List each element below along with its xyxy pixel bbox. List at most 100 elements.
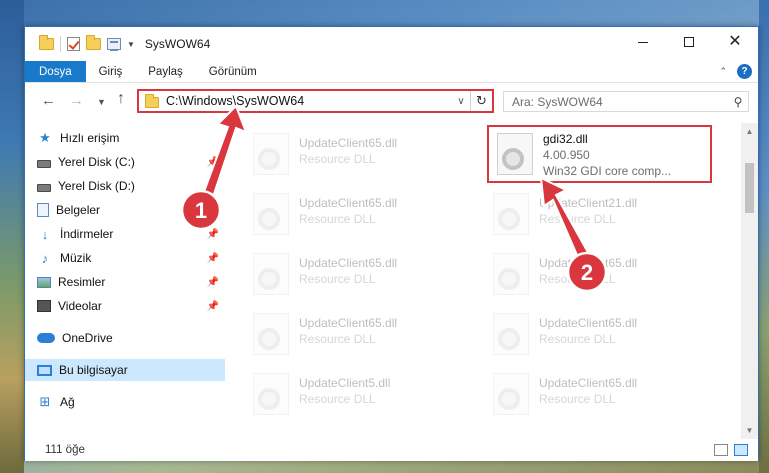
sidebar-item-videos[interactable]: Videolar 📌 <box>37 295 225 317</box>
scroll-down-icon[interactable]: ▼ <box>741 426 758 435</box>
close-icon: ✕ <box>728 33 742 50</box>
file-tile[interactable]: UpdateClient65.dll Resource DLL <box>231 127 461 183</box>
pin-icon: 📌 <box>206 180 219 192</box>
tab-share[interactable]: Paylaş <box>135 61 196 82</box>
file-name: UpdateClient65.dll <box>539 256 638 270</box>
gear-icon <box>258 268 280 290</box>
folder-icon <box>39 35 54 50</box>
gear-icon <box>502 148 524 170</box>
sidebar-item-label: Resimler <box>58 275 106 289</box>
properties-check-icon[interactable] <box>67 37 80 51</box>
address-path[interactable]: C:\Windows\SysWOW64 <box>166 94 452 108</box>
search-box[interactable]: ⚲ <box>503 91 749 112</box>
window-controls: ✕ <box>620 27 758 57</box>
sidebar-item-label: İndirmeler <box>60 227 114 241</box>
tab-view[interactable]: Görünüm <box>196 61 270 82</box>
vertical-scrollbar[interactable]: ▲ ▼ <box>741 123 758 439</box>
music-icon: ♪ <box>41 250 49 266</box>
refresh-icon[interactable]: ↻ <box>470 91 492 111</box>
ribbon-right-controls: ⌃ ? <box>719 64 752 79</box>
close-button[interactable]: ✕ <box>712 27 758 57</box>
view-switcher <box>714 444 748 456</box>
search-input[interactable] <box>512 92 728 111</box>
expand-ribbon-icon[interactable]: ⌃ <box>719 66 727 77</box>
pictures-icon <box>37 276 51 288</box>
maximize-icon <box>684 37 694 47</box>
sidebar-item-downloads[interactable]: ↓ İndirmeler 📌 <box>37 223 225 245</box>
new-folder-icon[interactable] <box>86 35 101 50</box>
file-explorer-window: ▼ SysWOW64 ✕ Dosya Giriş Paylaş Görünüm … <box>24 26 759 461</box>
title-bar: ▼ SysWOW64 ✕ <box>25 27 758 61</box>
customize-icon[interactable] <box>107 38 121 51</box>
file-type: Resource DLL <box>539 332 616 346</box>
sidebar-item-label: Yerel Disk (C:) <box>58 155 135 169</box>
file-description: Win32 GDI core comp... <box>543 164 672 178</box>
file-type: Resource DLL <box>299 212 376 226</box>
window-title: SysWOW64 <box>144 37 211 51</box>
ribbon-tabs: Dosya Giriş Paylaş Görünüm ⌃ ? <box>25 61 758 83</box>
scroll-up-icon[interactable]: ▲ <box>741 127 758 136</box>
scrollbar-thumb[interactable] <box>745 163 754 213</box>
documents-icon <box>37 203 49 217</box>
gear-icon <box>258 208 280 230</box>
item-count: 111 öğe <box>45 444 85 456</box>
sidebar-item-local-disk-c[interactable]: Yerel Disk (C:) 📌 <box>37 151 225 173</box>
sidebar-item-this-pc[interactable]: Bu bilgisayar <box>25 359 225 381</box>
file-tile[interactable]: UpdateClient5.dll Resource DLL <box>231 367 461 423</box>
search-icon[interactable]: ⚲ <box>728 95 748 109</box>
tiles-view-icon[interactable] <box>734 444 748 456</box>
maximize-button[interactable] <box>666 27 712 57</box>
sidebar-item-quick-access[interactable]: ★ Hızlı erişim <box>37 127 225 149</box>
recent-locations-chevron-icon[interactable]: ▼ <box>97 97 106 107</box>
pin-icon: 📌 <box>206 156 219 168</box>
file-tile[interactable]: UpdateClient65.dll Resource DLL <box>471 307 701 363</box>
file-type: Resource DLL <box>539 272 616 286</box>
gear-icon <box>258 388 280 410</box>
file-tile[interactable]: UpdateClient65.dll Resource DLL <box>231 247 461 303</box>
file-tile[interactable]: UpdateClient65.dll Resource DLL <box>471 247 701 303</box>
dll-file-icon <box>493 313 529 355</box>
up-arrow-icon[interactable]: ↑ <box>117 90 125 108</box>
tab-file[interactable]: Dosya <box>25 61 86 82</box>
back-arrow-icon[interactable]: ← <box>41 92 56 109</box>
sidebar-item-documents[interactable]: Belgeler 📌 <box>37 199 225 221</box>
dll-file-icon <box>497 133 533 175</box>
sidebar-item-label: Bu bilgisayar <box>59 363 128 377</box>
sidebar-item-music[interactable]: ♪ Müzik 📌 <box>37 247 225 269</box>
chevron-down-icon[interactable]: ∨ <box>452 96 470 107</box>
file-tile[interactable]: UpdateClient21.dll Resource DLL <box>471 187 701 243</box>
file-tile[interactable]: UpdateClient65.dll Resource DLL <box>471 367 701 423</box>
sidebar-item-label: Belgeler <box>56 203 101 217</box>
file-name: UpdateClient65.dll <box>299 196 398 210</box>
file-tile[interactable]: UpdateClient65.dll Resource DLL <box>231 187 461 243</box>
file-name: UpdateClient65.dll <box>539 316 638 330</box>
navigation-bar: ← → ▼ ↑ C:\Windows\SysWOW64 ∨ ↻ ⚲ <box>25 84 758 118</box>
drive-icon <box>37 183 51 192</box>
help-icon[interactable]: ? <box>737 64 752 79</box>
sidebar-item-pictures[interactable]: Resimler 📌 <box>37 271 225 293</box>
gear-icon <box>498 388 520 410</box>
quick-access-dropdown-icon[interactable]: ▼ <box>127 40 135 49</box>
pin-icon: 📌 <box>206 276 219 288</box>
videos-icon <box>37 300 51 312</box>
toolbar-divider <box>60 36 61 52</box>
file-tile-gdi32[interactable]: gdi32.dll 4.00.950 Win32 GDI core comp..… <box>487 125 712 183</box>
navigation-pane: ★ Hızlı erişim Yerel Disk (C:) 📌 Yerel D… <box>25 123 227 433</box>
file-name: UpdateClient65.dll <box>539 376 638 390</box>
dll-file-icon <box>253 313 289 355</box>
file-tile[interactable]: UpdateClient65.dll Resource DLL <box>231 307 461 363</box>
minimize-button[interactable] <box>620 27 666 57</box>
sidebar-item-local-disk-d[interactable]: Yerel Disk (D:) 📌 <box>37 175 225 197</box>
details-view-icon[interactable] <box>714 444 728 456</box>
file-name: UpdateClient65.dll <box>299 256 398 270</box>
sidebar-item-network[interactable]: ⊞ Ağ <box>37 391 225 413</box>
file-name: gdi32.dll <box>543 132 588 146</box>
address-bar[interactable]: C:\Windows\SysWOW64 ∨ ↻ <box>137 89 494 113</box>
tab-home[interactable]: Giriş <box>86 61 136 82</box>
sidebar-item-onedrive[interactable]: OneDrive <box>37 327 225 349</box>
dll-file-icon <box>253 253 289 295</box>
file-name: UpdateClient65.dll <box>299 316 398 330</box>
forward-arrow-icon[interactable]: → <box>69 92 84 109</box>
address-folder-icon <box>145 94 159 108</box>
file-name: UpdateClient5.dll <box>299 376 391 390</box>
